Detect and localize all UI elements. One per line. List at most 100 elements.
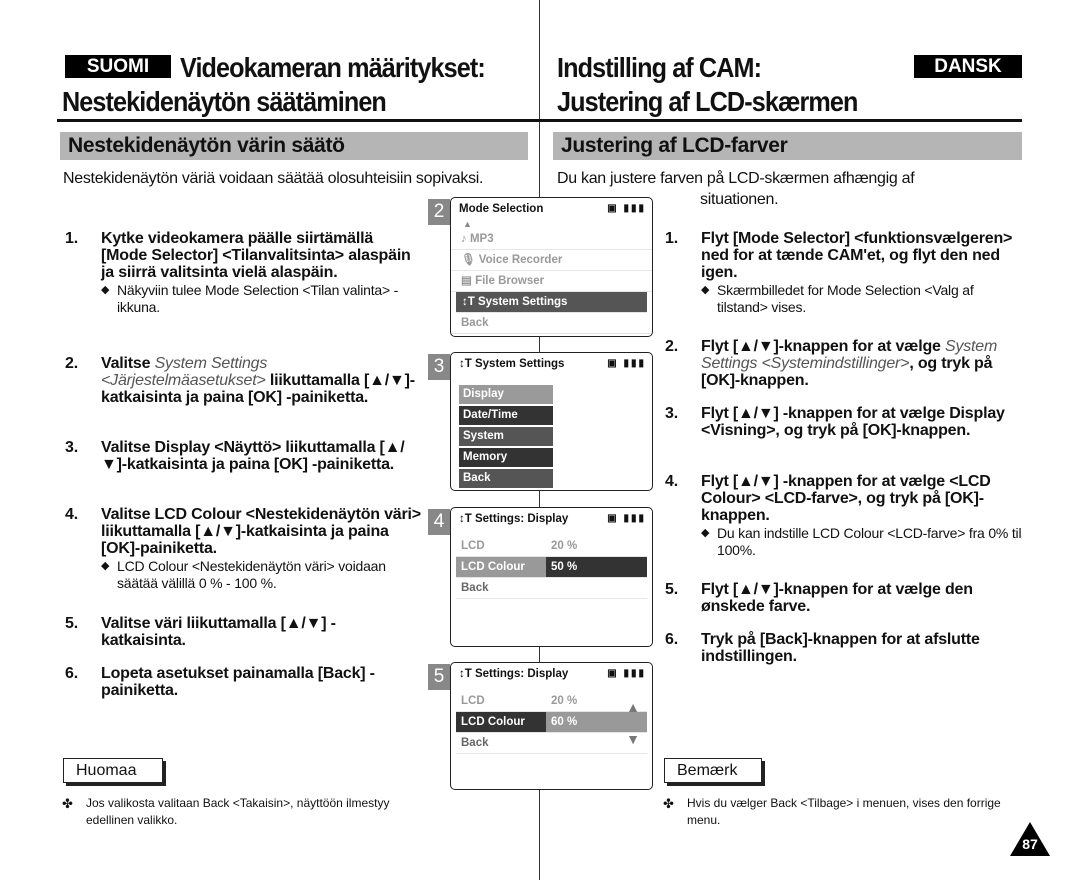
step-number: 4. [65, 506, 78, 523]
left-title-line1: Videokameran määritykset: [180, 52, 486, 83]
menu-item-back[interactable]: Back [459, 469, 553, 488]
step-text: Tryk på [Back]-knappen for at afslutte i… [701, 631, 980, 665]
subnote-text: Du kan indstille LCD Colour <LCD-farve> … [717, 525, 1022, 558]
step-number: 1. [65, 230, 78, 247]
screen-settings-display-60: ↕T Settings: Display▣ ▮▮▮ LCD Brightness… [450, 662, 653, 790]
step-number: 1. [665, 230, 678, 247]
battery-icon: ▣ ▮▮▮ [607, 513, 646, 524]
setting-back[interactable]: Back [456, 578, 647, 599]
screen-title: Mode Selection [459, 203, 544, 215]
step-text: Flyt [Mode Selector] <funktionsvælgeren>… [701, 230, 1013, 281]
language-label-suomi: SUOMI [65, 55, 171, 78]
screen-number-3: 3 [428, 354, 450, 380]
left-step-6: 6. Lopeta asetukset painamalla [Back] -p… [65, 665, 405, 699]
menu-item-system-settings[interactable]: ↕T System Settings [456, 292, 647, 313]
left-step-5: 5. Valitse väri liikuttamalla [▲/▼] -kat… [65, 615, 365, 649]
step-text: Flyt [▲/▼] -knappen for at vælge <LCD Co… [701, 473, 991, 524]
section-heading-right: Justering af LCD-farver [553, 132, 1022, 160]
setting-lcd-colour[interactable]: LCD Colour 50 % [456, 557, 647, 578]
menu-item-file-browser[interactable]: ▤ File Browser [451, 271, 652, 292]
step-number: 2. [65, 355, 78, 372]
right-step-6: 6. Tryk på [Back]-knappen for at afslutt… [665, 631, 1015, 665]
right-step-2: 2. Flyt [▲/▼]-knappen for at vælge Syste… [665, 338, 1025, 389]
step-number: 6. [665, 631, 678, 648]
value-up-arrow-icon[interactable]: ▲ [626, 699, 640, 715]
header-rule [57, 119, 1022, 122]
subnote-text: LCD Colour <Nestekidenäytön väri> voidaa… [117, 558, 386, 591]
clover-icon: ✤ [62, 796, 73, 811]
note-label-right: Bemærk [664, 758, 762, 783]
subnote-text: Skærmbilledet for Mode Selection <Valg a… [717, 282, 974, 315]
setting-lcd-brightness[interactable]: LCD Brightness20 % [456, 691, 647, 728]
step-text: Valitse väri liikuttamalla [▲/▼] -katkai… [101, 615, 336, 649]
step-text: Flyt [▲/▼] -knappen for at vælge Display… [701, 405, 1005, 439]
screen-settings-display-50: ↕T Settings: Display▣ ▮▮▮ LCD Brightness… [450, 507, 653, 647]
menu-item-memory[interactable]: Memory [459, 448, 553, 467]
intro-left: Nestekidenäytön väriä voidaan säätää olo… [63, 170, 484, 187]
note-right: ✤ Hvis du vælger Back <Tilbage> i menuen,… [663, 796, 1001, 827]
step-number: 4. [665, 473, 678, 490]
step-subnote: ◆ LCD Colour <Nestekidenäytön väri> voida… [101, 558, 423, 592]
step-number: 2. [665, 338, 678, 355]
right-title-line1: Indstilling af CAM: [557, 52, 762, 83]
right-step-3: 3. Flyt [▲/▼] -knappen for at vælge Disp… [665, 405, 1010, 439]
subnote-text: Näkyviin tulee Mode Selection <Tilan val… [117, 282, 399, 315]
step-number: 5. [65, 615, 78, 632]
screen-system-settings: ↕T System Settings ▣ ▮▮▮ Display Date/Tim… [450, 352, 653, 491]
menu-item-voice-recorder[interactable]: 🎙 Voice Recorder [451, 250, 652, 271]
step-subnote: ◆ Du kan indstille LCD Colour <LCD-farve>… [701, 525, 1025, 559]
screen-header: ↕T Settings: Display ▣ ▮▮▮ [459, 668, 646, 680]
left-step-2: 2. Valitse System Settings <Järjestelmäa… [65, 355, 420, 406]
step-number: 6. [65, 665, 78, 682]
right-step-1: 1. Flyt [Mode Selector] <funktionsvælger… [665, 230, 1025, 316]
step-number: 3. [665, 405, 678, 422]
diamond-icon: ◆ [101, 284, 110, 296]
value-down-arrow-icon[interactable]: ▼ [626, 731, 640, 747]
scroll-up-icon: ▲ [463, 219, 472, 229]
battery-icon: ▣ ▮▮▮ [607, 668, 646, 679]
left-step-1: 1. Kytke videokamera päälle siirtämällä … [65, 230, 420, 316]
right-title-line2: Justering af LCD-skærmen [557, 86, 858, 117]
step-text: Valitse LCD Colour <Nestekidenäytön väri… [101, 506, 421, 557]
step-text: Valitse Display <Näyttö> liikuttamalla [… [101, 439, 405, 473]
screen-header: ↕T Settings: Display ▣ ▮▮▮ [459, 513, 646, 525]
left-step-4: 4. Valitse LCD Colour <Nestekidenäytön v… [65, 506, 423, 592]
battery-icon: ▣ ▮▮▮ [607, 203, 646, 214]
step-subnote: ◆ Skærmbilledet for Mode Selection <Valg … [701, 282, 1025, 316]
diamond-icon: ◆ [701, 284, 710, 296]
note-left: ✤ Jos valikosta valitaan Back <Takaisin>,… [62, 796, 390, 827]
setting-lcd-brightness[interactable]: LCD Brightness20 % [456, 536, 647, 573]
diamond-icon: ◆ [101, 560, 110, 572]
step-text: Valitse [101, 355, 155, 372]
setting-back[interactable]: Back [456, 733, 647, 754]
screen-number-4: 4 [428, 509, 450, 535]
screen-number-5: 5 [428, 664, 450, 690]
step-text: Flyt [▲/▼]-knappen for at vælge den ønsk… [701, 581, 973, 615]
menu-item-system[interactable]: System [459, 427, 553, 446]
screen-title: System Settings [474, 358, 565, 370]
right-step-5: 5. Flyt [▲/▼]-knappen for at vælge den ø… [665, 581, 1015, 615]
step-number: 3. [65, 439, 78, 456]
language-label-dansk: DANSK [914, 55, 1022, 78]
screen-number-2: 2 [428, 199, 450, 225]
intro-right-line1: Du kan justere farven på LCD-skærmen afh… [557, 170, 915, 187]
step-number: 5. [665, 581, 678, 598]
screen-title: Settings: Display [474, 513, 569, 525]
screen-header: Mode Selection ▣ ▮▮▮ [451, 198, 652, 220]
battery-icon: ▣ ▮▮▮ [607, 358, 646, 369]
clover-icon: ✤ [663, 796, 674, 811]
right-step-4: 4. Flyt [▲/▼] -knappen for at vælge <LCD… [665, 473, 1025, 559]
screen-header: ↕T System Settings ▣ ▮▮▮ [459, 358, 646, 370]
section-heading-left: Nestekidenäytön värin säätö [60, 132, 528, 160]
setting-lcd-colour[interactable]: LCD Colour 60 % [456, 712, 647, 733]
step-text: Kytke videokamera päälle siirtämällä [Mo… [101, 230, 411, 281]
menu-item-display[interactable]: Display [459, 385, 553, 404]
step-subnote: ◆ Näkyviin tulee Mode Selection <Tilan va… [101, 282, 420, 316]
menu-item-back[interactable]: Back [451, 313, 652, 334]
menu-item-mp3[interactable]: ♪ MP3 [451, 229, 652, 250]
step-text: Flyt [▲/▼]-knappen for at vælge [701, 338, 945, 355]
step-text: Lopeta asetukset painamalla [Back] -pain… [101, 665, 375, 699]
screen-title: Settings: Display [474, 668, 569, 680]
menu-item-date-time[interactable]: Date/Time [459, 406, 553, 425]
left-title-line2: Nestekidenäytön säätäminen [62, 86, 387, 117]
